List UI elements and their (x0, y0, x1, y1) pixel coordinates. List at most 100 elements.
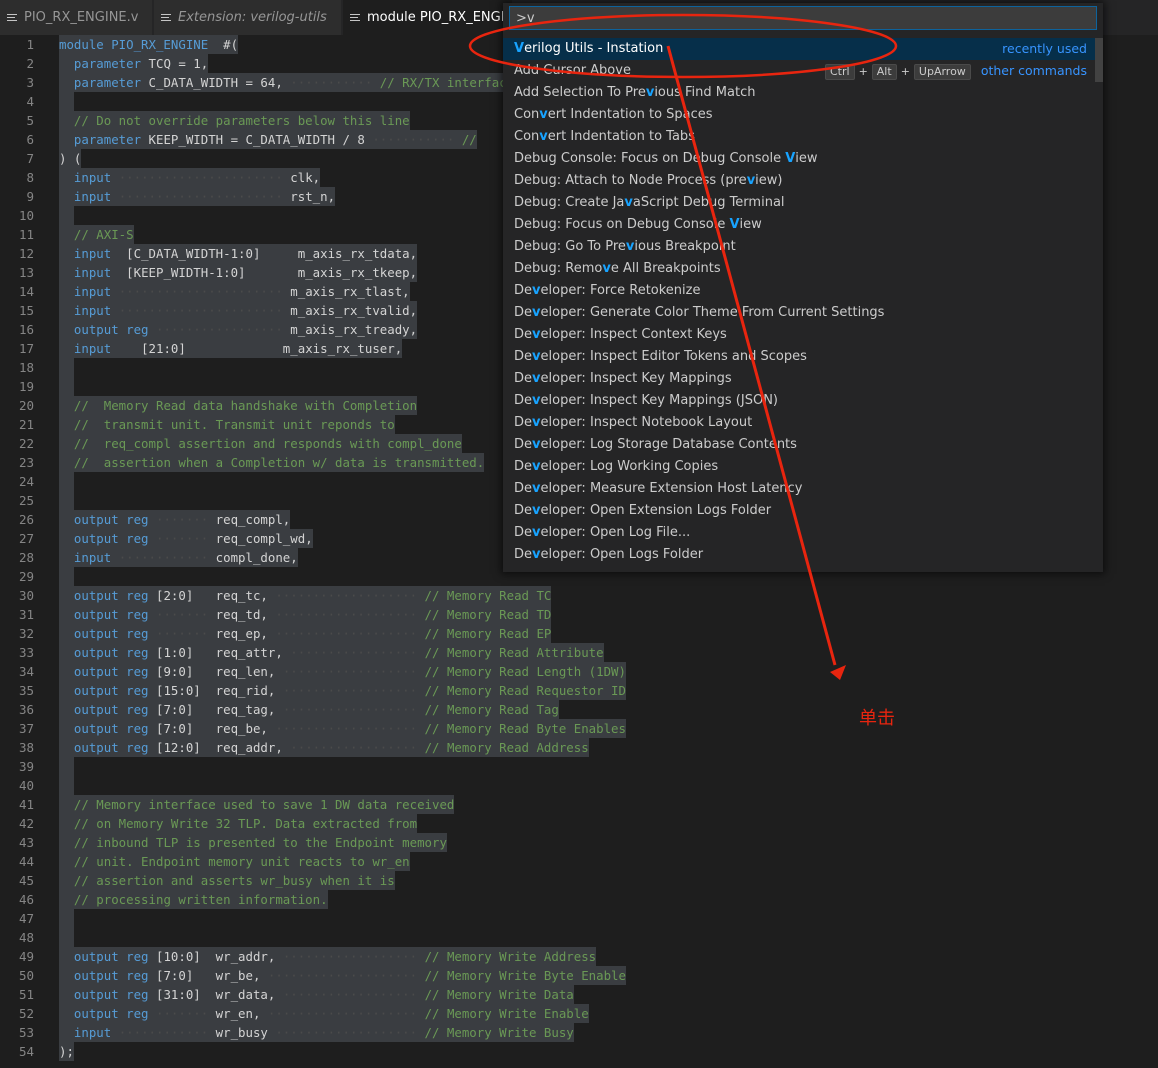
code-line[interactable]: 35 output reg [15:0] req_rid, ··········… (0, 681, 1158, 700)
command-item[interactable]: Developer: Inspect Notebook Layout (503, 412, 1095, 434)
code-line[interactable]: 50 output reg [7:0] wr_be, ·············… (0, 966, 1158, 985)
code-line[interactable]: 37 output reg [7:0] req_be, ············… (0, 719, 1158, 738)
code-line[interactable]: 54); (0, 1042, 1158, 1061)
code-token: req_compl_wd, (215, 531, 313, 546)
code-line[interactable]: 43 // inbound TLP is presented to the En… (0, 833, 1158, 852)
command-item[interactable]: Developer: Measure Extension Host Latenc… (503, 478, 1095, 500)
code-token: ······· (148, 531, 216, 546)
command-item[interactable]: Developer: Inspect Key Mappings (503, 368, 1095, 390)
code-token: output reg (73, 512, 149, 527)
code-line[interactable]: 30 output reg [2:0] req_tc, ············… (0, 586, 1158, 605)
command-item[interactable]: Developer: Open Log File... (503, 522, 1095, 544)
command-item[interactable]: Convert Indentation to Tabs (503, 126, 1095, 148)
code-token: // Memory Write Busy (424, 1025, 574, 1040)
code-line[interactable]: 41 // Memory interface used to save 1 DW… (0, 795, 1158, 814)
line-number: 8 (26, 170, 34, 185)
line-number: 41 (18, 797, 34, 812)
line-number: 51 (18, 987, 34, 1002)
code-text (59, 206, 75, 225)
code-token: [21:0] m_axis_rx_tuser, (111, 341, 403, 356)
code-line[interactable]: 48 (0, 928, 1158, 947)
code-text: output reg [12:0] req_addr, ············… (59, 738, 589, 757)
command-item[interactable]: Developer: Inspect Key Mappings (JSON) (503, 390, 1095, 412)
code-line[interactable]: 38 output reg [12:0] req_addr, ·········… (0, 738, 1158, 757)
command-meta: Ctrl + Alt + UpArrow other commands (824, 60, 1087, 83)
command-item[interactable]: Debug: Go To Previous Breakpoint (503, 236, 1095, 258)
command-item[interactable]: Developer: Inspect Context Keys (503, 324, 1095, 346)
code-line[interactable]: 34 output reg [9:0] req_len, ···········… (0, 662, 1158, 681)
command-item[interactable]: Add Selection To Previous Find Match (503, 82, 1095, 104)
tab-module-pio-rx-engine[interactable]: module PIO_RX_ENGINE (343, 0, 513, 35)
code-token: ·················· (275, 664, 425, 679)
command-item[interactable]: Add Cursor Above Ctrl + Alt + UpArrow other co… (503, 60, 1095, 82)
code-line[interactable]: 52 output reg ······· wr_en, ···········… (0, 1004, 1158, 1023)
command-palette-input[interactable] (509, 6, 1097, 30)
code-text: output reg [2:0] req_tc, ···············… (59, 586, 552, 605)
code-line[interactable]: 36 output reg [7:0] req_tag, ···········… (0, 700, 1158, 719)
code-token: output reg (73, 1006, 149, 1021)
code-line[interactable]: 39 (0, 757, 1158, 776)
code-token: output reg (73, 607, 149, 622)
command-item[interactable]: Debug: Remove All Breakpoints (503, 258, 1095, 280)
code-token: ············ (111, 550, 216, 565)
command-item[interactable]: Developer: Generate Color Theme From Cur… (503, 302, 1095, 324)
line-number: 50 (18, 968, 34, 983)
command-item[interactable]: Verilog Utils - Instation recently used (503, 38, 1095, 60)
code-token: input (73, 170, 112, 185)
command-item[interactable]: Developer: Inspect Editor Tokens and Sco… (503, 346, 1095, 368)
code-token: [7:0] wr_be, (148, 968, 261, 983)
command-item[interactable]: Convert Indentation to Spaces (503, 104, 1095, 126)
tab-extension-verilog-utils[interactable]: Extension: verilog-utils (154, 0, 342, 35)
command-label: Debug: Remove All Breakpoints (514, 261, 721, 276)
command-list-scrollbar[interactable] (1095, 38, 1103, 82)
code-line[interactable]: 33 output reg [1:0] req_attr, ··········… (0, 643, 1158, 662)
command-label: Developer: Log Storage Database Contents (514, 437, 797, 452)
code-line[interactable]: 42 // on Memory Write 32 TLP. Data extra… (0, 814, 1158, 833)
code-token: parameter (73, 75, 142, 90)
code-token: [KEEP_WIDTH-1:0] m_axis_rx_tkeep, (111, 265, 418, 280)
code-token: output reg (73, 322, 149, 337)
command-item[interactable]: Debug: Create JavaScript Debug Terminal (503, 192, 1095, 214)
code-line[interactable]: 32 output reg ······· req_ep, ··········… (0, 624, 1158, 643)
code-text: parameter C_DATA_WIDTH = 64, ···········… (59, 73, 515, 92)
command-item[interactable]: Developer: Force Retokenize (503, 280, 1095, 302)
command-label: Developer: Open Log File... (514, 525, 691, 540)
command-item[interactable]: Developer: Log Working Copies (503, 456, 1095, 478)
command-item[interactable]: Developer: Open Extension Logs Folder (503, 500, 1095, 522)
code-token: [2:0] req_tc, (148, 588, 268, 603)
command-item[interactable]: Debug: Attach to Node Process (preview) (503, 170, 1095, 192)
code-line[interactable]: 45 // assertion and asserts wr_busy when… (0, 871, 1158, 890)
command-item[interactable]: Developer: Log Storage Database Contents (503, 434, 1095, 456)
code-token: // Memory Read data handshake with Compl… (73, 398, 418, 413)
code-line[interactable]: 40 (0, 776, 1158, 795)
code-line[interactable]: 49 output reg [10:0] wr_addr, ··········… (0, 947, 1158, 966)
code-token: parameter (73, 56, 142, 71)
code-line[interactable]: 44 // unit. Endpoint memory unit reacts … (0, 852, 1158, 871)
command-item[interactable]: Developer: Open Logs Folder (503, 544, 1095, 566)
line-number: 16 (18, 322, 34, 337)
code-line[interactable]: 46 // processing written information. (0, 890, 1158, 909)
tab-pio-rx-engine[interactable]: PIO_RX_ENGINE.v (0, 0, 153, 35)
code-line[interactable]: 31 output reg ······· req_td, ··········… (0, 605, 1158, 624)
code-text (59, 567, 75, 586)
code-line[interactable]: 53 input ············ wr_busy ··········… (0, 1023, 1158, 1042)
code-token: ············ (111, 1025, 216, 1040)
command-palette: Verilog Utils - Instation recently used Ad… (503, 3, 1103, 572)
line-number: 11 (18, 227, 34, 242)
code-text: output reg [31:0] wr_data, ·············… (59, 985, 574, 1004)
code-text: output reg [7:0] req_tag, ··············… (59, 700, 559, 719)
command-item[interactable]: Debug Console: Focus on Debug Console Vi… (503, 148, 1095, 170)
code-line[interactable]: 47 (0, 909, 1158, 928)
code-line[interactable]: 51 output reg [31:0] wr_data, ··········… (0, 985, 1158, 1004)
command-item[interactable]: Debug: Focus on Debug Console View (503, 214, 1095, 236)
